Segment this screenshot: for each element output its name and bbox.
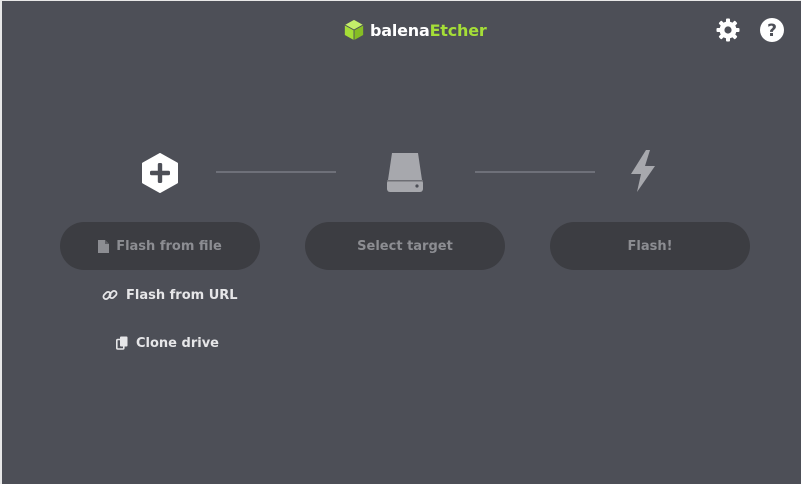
plus-hexagon-icon	[142, 153, 178, 193]
drive-icon	[387, 153, 423, 192]
file-icon	[98, 239, 110, 253]
select-target-label: Select target	[357, 238, 453, 254]
app-header: balenaEtcher ?	[2, 1, 801, 61]
step-connector-2	[475, 171, 595, 173]
help-question-icon[interactable]: ?	[759, 17, 785, 43]
brand-name-part1: balena	[370, 20, 430, 40]
link-icon	[102, 290, 118, 300]
brand-name: balenaEtcher	[370, 21, 487, 40]
clone-drive-label: Clone drive	[136, 335, 219, 351]
flash-from-url-label: Flash from URL	[126, 287, 238, 303]
flash-label: Flash!	[627, 238, 673, 254]
flash-from-file-button[interactable]: Flash from file	[60, 222, 260, 270]
flash-from-url-link[interactable]: Flash from URL	[102, 285, 238, 305]
cube-logo-icon	[344, 19, 364, 41]
flash-button[interactable]: Flash!	[550, 222, 750, 270]
brand-name-part2: Etcher	[429, 20, 487, 40]
clone-drive-link[interactable]: Clone drive	[116, 333, 219, 353]
svg-text:?: ?	[767, 21, 777, 41]
lightning-icon	[631, 150, 655, 192]
copy-icon	[116, 336, 128, 350]
select-target-button[interactable]: Select target	[305, 222, 505, 270]
balena-etcher-logo: balenaEtcher	[343, 18, 487, 42]
settings-gear-icon[interactable]	[715, 17, 741, 43]
flash-from-file-label: Flash from file	[116, 238, 222, 254]
step-connector-1	[216, 171, 336, 173]
